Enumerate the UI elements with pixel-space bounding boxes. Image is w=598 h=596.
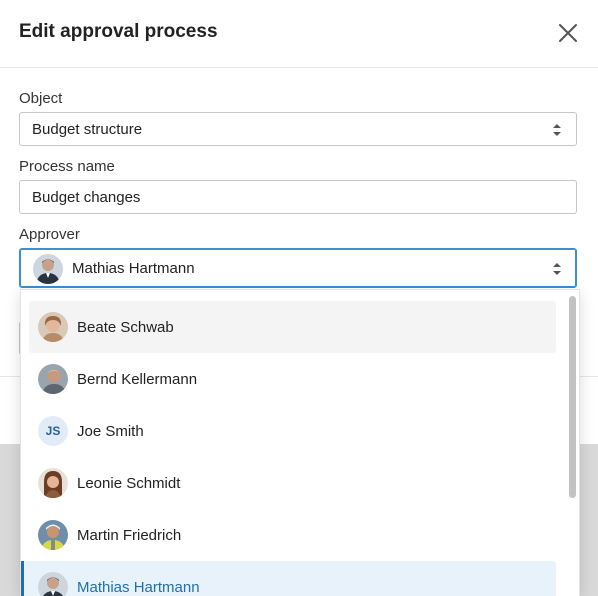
option-label: Bernd Kellermann [77, 371, 198, 388]
object-select-value: Budget structure [32, 121, 143, 138]
process-name-input[interactable]: Budget changes [19, 180, 577, 214]
option-label: Beate Schwab [77, 319, 174, 336]
option-leonie-schmidt[interactable]: Leonie Schmidt [29, 457, 556, 509]
avatar [38, 364, 68, 394]
object-label: Object [19, 90, 63, 107]
option-label: Mathias Hartmann [77, 579, 200, 596]
approver-dropdown[interactable]: Beate Schwab Bernd Kellermann JS Joe Smi… [20, 289, 580, 596]
scrollbar-thumb[interactable] [569, 296, 576, 498]
avatar [38, 572, 68, 596]
avatar [38, 312, 68, 342]
option-martin-friedrich[interactable]: Martin Friedrich [29, 509, 556, 561]
approver-select-value: Mathias Hartmann [72, 260, 195, 277]
approver-select[interactable]: Mathias Hartmann [19, 248, 577, 288]
avatar [38, 468, 68, 498]
dropdown-scrollbar[interactable] [565, 290, 579, 596]
dialog-title: Edit approval process [19, 21, 218, 42]
select-arrows-icon [553, 124, 561, 136]
option-beate-schwab[interactable]: Beate Schwab [29, 301, 556, 353]
avatar [33, 254, 63, 284]
select-arrows-icon [553, 263, 561, 275]
option-bernd-kellermann[interactable]: Bernd Kellermann [29, 353, 556, 405]
option-label: Joe Smith [77, 423, 144, 440]
approver-label: Approver [19, 226, 80, 243]
option-mathias-hartmann[interactable]: Mathias Hartmann [21, 561, 556, 596]
dialog-header: Edit approval process [0, 0, 598, 68]
process-name-label: Process name [19, 158, 115, 175]
avatar-initials: JS [38, 416, 68, 446]
process-name-value: Budget changes [32, 189, 141, 206]
avatar [38, 520, 68, 550]
option-joe-smith[interactable]: JS Joe Smith [29, 405, 556, 457]
close-icon[interactable] [556, 21, 580, 45]
option-label: Martin Friedrich [77, 527, 182, 544]
object-select[interactable]: Budget structure [19, 112, 577, 146]
option-label: Leonie Schmidt [77, 475, 181, 492]
